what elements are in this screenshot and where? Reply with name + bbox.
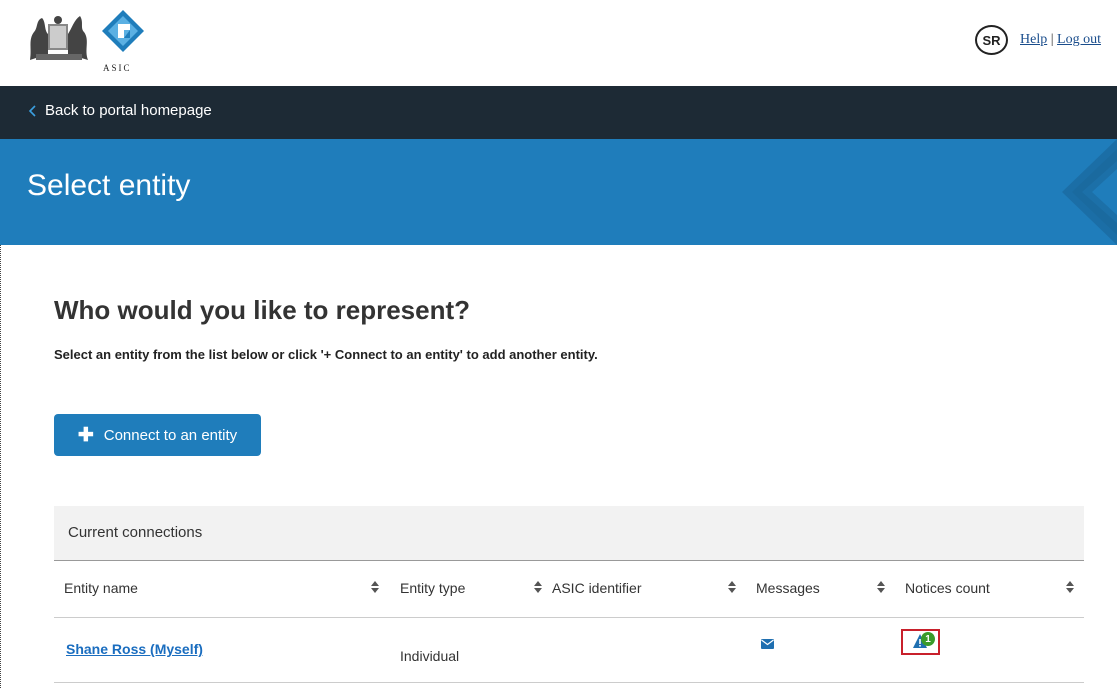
entity-name-link[interactable]: Shane Ross (Myself) (66, 641, 203, 657)
plus-icon: ✚ (77, 424, 94, 446)
table-row: Shane Ross (Myself) Individual 1 (54, 618, 1084, 683)
banner-chevron-graphic (1062, 139, 1117, 245)
logout-link[interactable]: Log out (1057, 32, 1101, 47)
envelope-icon[interactable] (761, 639, 774, 649)
page-banner: Select entity (0, 139, 1117, 245)
header: ASIC SR Help | Log out (0, 0, 1117, 86)
page-title: Select entity (27, 169, 191, 202)
user-avatar[interactable]: SR (975, 25, 1008, 55)
sort-icon[interactable] (534, 581, 542, 593)
notices-count-badge[interactable]: 1 (901, 629, 940, 655)
table-header-row: Entity name Entity type ASIC identifier … (54, 561, 1084, 618)
column-header-messages[interactable]: Messages (756, 580, 820, 596)
notice-count-value: 1 (921, 632, 935, 646)
chevron-left-icon (28, 104, 36, 117)
asic-logo-text: ASIC (103, 63, 132, 73)
column-header-entity-name[interactable]: Entity name (64, 580, 138, 596)
column-header-entity-type[interactable]: Entity type (400, 580, 465, 596)
connect-entity-button[interactable]: ✚ Connect to an entity (54, 414, 261, 456)
back-link-label: Back to portal homepage (45, 102, 212, 119)
connections-table: Current connections Entity name Entity t… (54, 506, 1084, 683)
content-card: Who would you like to represent? Select … (24, 245, 1117, 689)
table-caption: Current connections (54, 506, 1084, 561)
sort-icon[interactable] (728, 581, 736, 593)
column-header-notices-count[interactable]: Notices count (905, 580, 990, 596)
top-links: Help | Log out (1020, 32, 1101, 48)
link-separator: | (1050, 32, 1054, 47)
coat-of-arms-icon (30, 16, 88, 60)
help-link[interactable]: Help (1020, 32, 1047, 47)
connect-button-label: Connect to an entity (103, 426, 238, 444)
back-to-portal-link[interactable]: Back to portal homepage (28, 102, 212, 119)
sort-icon[interactable] (1066, 581, 1074, 593)
sort-icon[interactable] (371, 581, 379, 593)
sort-icon[interactable] (877, 581, 885, 593)
nav-bar: Back to portal homepage (0, 86, 1117, 139)
column-header-asic-identifier[interactable]: ASIC identifier (552, 580, 641, 596)
section-heading: Who would you like to represent? (54, 295, 471, 325)
entity-type-cell: Individual (400, 648, 460, 664)
instruction-text: Select an entity from the list below or … (54, 347, 598, 362)
content-area: Who would you like to represent? Select … (24, 245, 1117, 689)
